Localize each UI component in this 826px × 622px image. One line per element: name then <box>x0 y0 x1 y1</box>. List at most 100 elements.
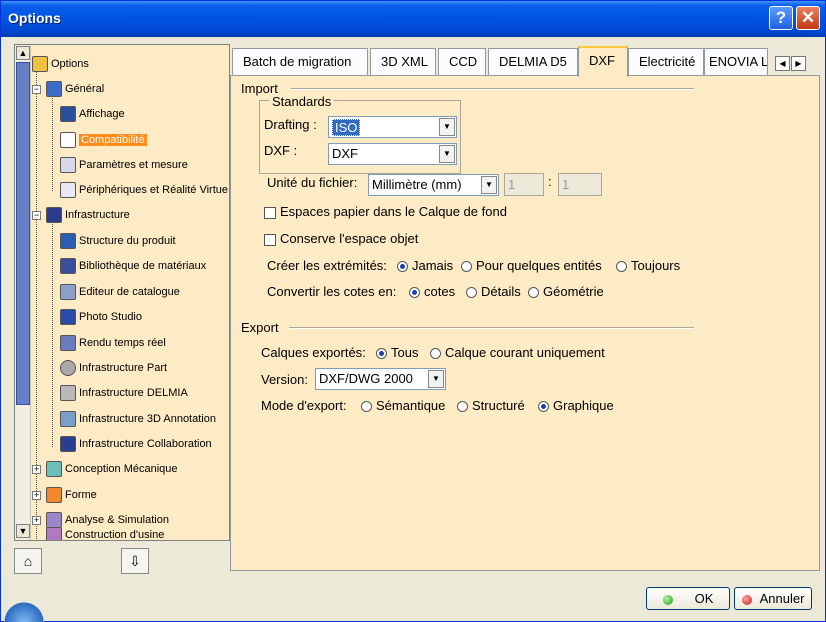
tab-scroll-left-icon[interactable]: ◀ <box>775 56 790 71</box>
tree-item-shape[interactable]: Forme <box>46 485 97 505</box>
drafting-value: ISO <box>332 119 361 136</box>
scroll-up-icon[interactable]: ▲ <box>16 46 30 60</box>
layers-label: Calques exportés: <box>261 345 366 360</box>
version-select[interactable]: DXF/DWG 2000 ▼ <box>315 368 446 390</box>
paper-space-label: Espaces papier dans le Calque de fond <box>280 204 507 219</box>
endpoints-label: Créer les extrémités: <box>267 258 387 273</box>
dimensions-cotes-radio[interactable] <box>409 287 420 298</box>
tree-item-realtime-render[interactable]: Rendu temps réel <box>60 333 166 353</box>
import-separator <box>291 88 694 90</box>
endpoints-some-label: Pour quelques entités <box>476 258 602 273</box>
tree-item-materials[interactable]: Bibliothèque de matériaux <box>60 256 206 276</box>
tree-item-catalog-editor[interactable]: Editeur de catalogue <box>60 282 180 302</box>
tab-ccd[interactable]: CCD <box>438 48 486 75</box>
tree-item-infrastructure[interactable]: Infrastructure <box>46 205 130 225</box>
mode-semantic-label: Sémantique <box>376 398 446 413</box>
chevron-down-icon[interactable]: ▼ <box>428 370 444 388</box>
tab-scroll-right-icon[interactable]: ▶ <box>791 56 806 71</box>
tab-batch-migration[interactable]: Batch de migration <box>232 48 368 75</box>
tree-item-general[interactable]: Général <box>46 79 104 99</box>
options-tree: ▲ ▼ Options − Général Affichage Compatib… <box>14 44 230 541</box>
unit-label: Unité du fichier: <box>267 175 358 190</box>
ok-status-icon <box>662 594 673 605</box>
endpoints-always-label: Toujours <box>631 258 681 273</box>
chevron-down-icon[interactable]: ▼ <box>481 176 497 194</box>
tree-item-plant-construction[interactable]: Construction d'usine <box>46 525 164 540</box>
export-separator <box>289 327 694 329</box>
devices-vr-icon <box>60 182 76 199</box>
shape-icon <box>46 487 62 504</box>
object-space-checkbox[interactable] <box>264 234 276 246</box>
reset-icon[interactable]: ⌂ <box>14 548 42 574</box>
general-icon <box>46 81 62 98</box>
part-infrastructure-icon <box>60 360 76 377</box>
ok-label: OK <box>694 591 714 606</box>
tree-item-display[interactable]: Affichage <box>60 104 125 124</box>
tree-item-devices[interactable]: Périphériques et Réalité Virtue <box>60 180 228 200</box>
tree-items: Options − Général Affichage Compatibilit… <box>32 45 229 540</box>
photo-studio-icon <box>60 309 76 326</box>
export-settings-icon[interactable]: ⇩ <box>121 548 149 574</box>
expand-icon[interactable]: + <box>32 491 41 500</box>
realtime-render-icon <box>60 335 76 352</box>
tree-item-options[interactable]: Options <box>32 54 89 74</box>
materials-library-icon <box>60 258 76 275</box>
help-button[interactable]: ? <box>769 6 793 30</box>
tab-delmia-d5[interactable]: DELMIA D5 <box>488 48 578 75</box>
mode-graphic-radio[interactable] <box>538 401 549 412</box>
collapse-icon[interactable]: − <box>32 211 41 220</box>
dimensions-label: Convertir les cotes en: <box>267 284 397 299</box>
dimensions-geometry-label: Géométrie <box>543 284 604 299</box>
collaboration-icon <box>60 436 76 453</box>
tree-item-mechanical-design[interactable]: Conception Mécanique <box>46 459 178 479</box>
close-button[interactable]: ✕ <box>796 6 820 30</box>
expand-icon[interactable]: + <box>32 516 41 525</box>
dxf-standard-select[interactable]: DXF ▼ <box>328 143 457 165</box>
tab-3d-xml[interactable]: 3D XML <box>370 48 436 75</box>
tree-item-3d-annotation[interactable]: Infrastructure 3D Annotation <box>60 409 216 429</box>
delmia-infrastructure-icon <box>60 385 76 402</box>
cancel-button[interactable]: Annuler <box>734 587 812 610</box>
mode-structured-radio[interactable] <box>457 401 468 412</box>
layers-all-radio[interactable] <box>376 348 387 359</box>
tree-connector <box>52 217 53 447</box>
drafting-label: Drafting : <box>264 117 317 132</box>
plant-construction-icon <box>46 527 62 540</box>
paper-space-checkbox[interactable] <box>264 207 276 219</box>
tree-item-parameters[interactable]: Paramètres et mesure <box>60 155 188 175</box>
expand-icon[interactable]: + <box>32 465 41 474</box>
layers-current-label: Calque courant uniquement <box>445 345 605 360</box>
dimensions-details-radio[interactable] <box>466 287 477 298</box>
endpoints-never-radio[interactable] <box>397 261 408 272</box>
scroll-down-icon[interactable]: ▼ <box>16 524 30 538</box>
tree-item-compatibility[interactable]: Compatibilité <box>60 130 147 150</box>
title-bar[interactable]: Options ? ✕ <box>1 1 825 37</box>
ratio-left-input: 1 <box>504 173 544 196</box>
endpoints-never-label: Jamais <box>412 258 454 273</box>
chevron-down-icon[interactable]: ▼ <box>439 118 455 136</box>
tree-scrollbar[interactable]: ▲ ▼ <box>15 45 31 540</box>
endpoints-always-radio[interactable] <box>616 261 627 272</box>
scroll-thumb[interactable] <box>16 62 30 405</box>
collapse-icon[interactable]: − <box>32 85 41 94</box>
export-section-title: Export <box>241 320 279 335</box>
ok-button[interactable]: OK <box>646 587 730 610</box>
tab-electricity[interactable]: Electricité <box>628 48 704 75</box>
dimensions-geometry-radio[interactable] <box>528 287 539 298</box>
tab-dxf[interactable]: DXF <box>578 46 628 77</box>
tab-enovia[interactable]: ENOVIA L <box>704 48 768 75</box>
tree-item-part-infrastructure[interactable]: Infrastructure Part <box>60 358 167 378</box>
layers-all-label: Tous <box>391 345 419 360</box>
tree-item-collaboration[interactable]: Infrastructure Collaboration <box>60 434 212 454</box>
mode-semantic-radio[interactable] <box>361 401 372 412</box>
tree-item-product-structure[interactable]: Structure du produit <box>60 231 176 251</box>
unit-select[interactable]: Millimètre (mm) ▼ <box>368 174 499 196</box>
chevron-down-icon[interactable]: ▼ <box>439 145 455 163</box>
tree-item-photo-studio[interactable]: Photo Studio <box>60 307 142 327</box>
endpoints-some-radio[interactable] <box>461 261 472 272</box>
drafting-select[interactable]: ISO ▼ <box>328 116 457 138</box>
layers-current-radio[interactable] <box>430 348 441 359</box>
mechanical-design-icon <box>46 461 62 478</box>
product-structure-icon <box>60 233 76 250</box>
tree-item-delmia-infrastructure[interactable]: Infrastructure DELMIA <box>60 383 188 403</box>
